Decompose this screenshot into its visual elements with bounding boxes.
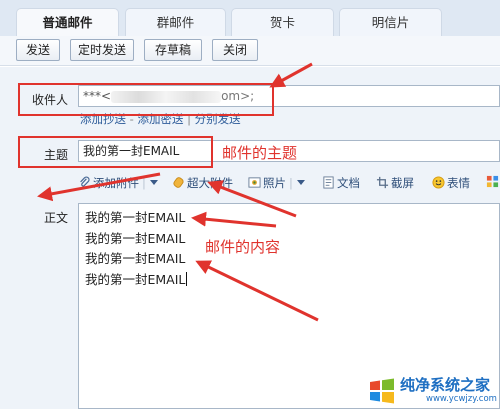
arrow-to-recipient xyxy=(269,62,313,88)
watermark-brand: 纯净系统之家 xyxy=(400,376,491,394)
watermark-url: www.ycwjzy.com xyxy=(426,394,497,404)
annotation-arrows xyxy=(37,62,319,322)
windows-logo-icon xyxy=(370,378,394,404)
arrow-to-body-line-1 xyxy=(191,211,277,228)
arrow-to-attachment xyxy=(37,172,161,202)
arrow-to-body-line-3 xyxy=(195,260,319,322)
arrow-to-large-attachment xyxy=(207,180,297,218)
watermark: 纯净系统之家 www.ycwjzy.com xyxy=(364,372,500,409)
